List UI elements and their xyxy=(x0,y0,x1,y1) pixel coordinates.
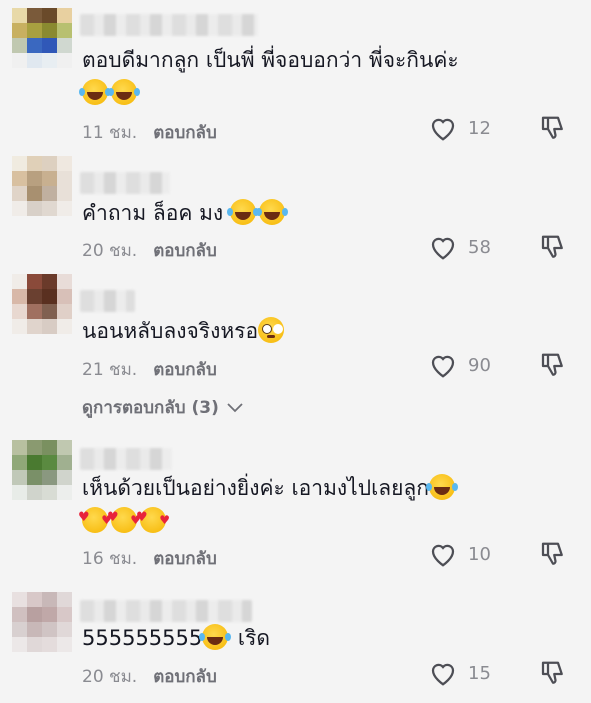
laugh-emoji-icon xyxy=(255,199,285,225)
like-button[interactable]: 58 xyxy=(428,233,491,261)
laugh-emoji-icon xyxy=(226,199,256,225)
heart-outline-icon xyxy=(431,118,455,141)
heart-outline-icon xyxy=(431,544,455,567)
username-redacted[interactable] xyxy=(80,290,135,312)
laugh-emoji-icon xyxy=(199,624,229,650)
username-redacted[interactable] xyxy=(80,600,252,622)
reply-button[interactable]: ตอบกลับ xyxy=(153,663,217,690)
thumbs-down-icon[interactable] xyxy=(538,233,568,263)
comment-meta: 16 ชม. ตอบกลับ xyxy=(82,545,217,572)
like-count: 12 xyxy=(468,117,491,139)
reply-button[interactable]: ตอบกลับ xyxy=(153,237,217,264)
laugh-emoji-icon xyxy=(108,79,137,105)
comment-time: 11 ชม. xyxy=(82,123,138,143)
username-redacted[interactable] xyxy=(80,448,172,470)
avatar[interactable] xyxy=(12,8,72,68)
comment-time: 20 ชม. xyxy=(82,667,138,687)
view-replies-label: ดูการตอบกลับ (3) xyxy=(82,398,219,418)
thumbs-down-icon[interactable] xyxy=(538,351,568,381)
comment-text: นอนหลับลงจริงหรอ xyxy=(82,315,512,348)
thumbs-down-icon[interactable] xyxy=(538,114,568,144)
heart-outline-icon xyxy=(431,663,455,686)
comment-meta: 21 ชม. ตอบกลับ xyxy=(82,356,217,383)
smiling-hearts-emoji-icon xyxy=(136,501,170,537)
smiling-hearts-emoji-icon xyxy=(78,501,112,537)
laugh-emoji-icon xyxy=(426,474,456,500)
like-count: 58 xyxy=(468,236,491,258)
comment-text: 555555555 เริด xyxy=(82,624,271,650)
comment-meta: 20 ชม. ตอบกลับ xyxy=(82,663,217,690)
reply-button[interactable]: ตอบกลับ xyxy=(153,545,217,572)
like-button[interactable]: 10 xyxy=(428,540,491,568)
view-replies-button[interactable]: ดูการตอบกลับ (3) xyxy=(82,394,243,421)
comment-text: คำถาม ล็อค มง xyxy=(82,197,512,230)
like-count: 15 xyxy=(468,662,491,684)
avatar[interactable] xyxy=(12,156,72,216)
comment-text: เห็นด้วยเป็นอย่างยิ่งค่ะ เอามงไปเลยลูก xyxy=(78,472,552,538)
heart-outline-icon xyxy=(431,237,455,260)
like-count: 10 xyxy=(468,543,491,565)
flushed-emoji-icon xyxy=(258,317,285,343)
avatar[interactable] xyxy=(12,440,72,500)
reply-button[interactable]: ตอบกลับ xyxy=(153,119,217,146)
username-redacted[interactable] xyxy=(80,172,170,194)
laugh-emoji-icon xyxy=(79,79,108,105)
comment-time: 16 ชม. xyxy=(82,549,138,569)
avatar[interactable] xyxy=(12,592,72,652)
like-count: 90 xyxy=(468,354,491,376)
comment-time: 21 ชม. xyxy=(82,360,138,380)
like-button[interactable]: 90 xyxy=(428,351,491,379)
avatar[interactable] xyxy=(12,274,72,334)
thumbs-down-icon[interactable] xyxy=(538,659,568,689)
comment-meta: 20 ชม. ตอบกลับ xyxy=(82,237,217,264)
like-button[interactable]: 12 xyxy=(428,114,491,142)
reply-button[interactable]: ตอบกลับ xyxy=(153,356,217,383)
like-button[interactable]: 15 xyxy=(428,659,491,687)
chevron-down-icon xyxy=(227,402,243,412)
comment-time: 20 ชม. xyxy=(82,241,138,261)
comment-meta: 11 ชม. ตอบกลับ xyxy=(82,119,217,146)
smiling-hearts-emoji-icon xyxy=(107,501,141,537)
username-redacted[interactable] xyxy=(80,14,258,36)
thumbs-down-icon[interactable] xyxy=(538,540,568,570)
comment-text: ตอบดีมากลูก เป็นพี่ พี่จอบอกว่า พี่จะกิน… xyxy=(79,44,512,110)
heart-outline-icon xyxy=(431,355,455,378)
